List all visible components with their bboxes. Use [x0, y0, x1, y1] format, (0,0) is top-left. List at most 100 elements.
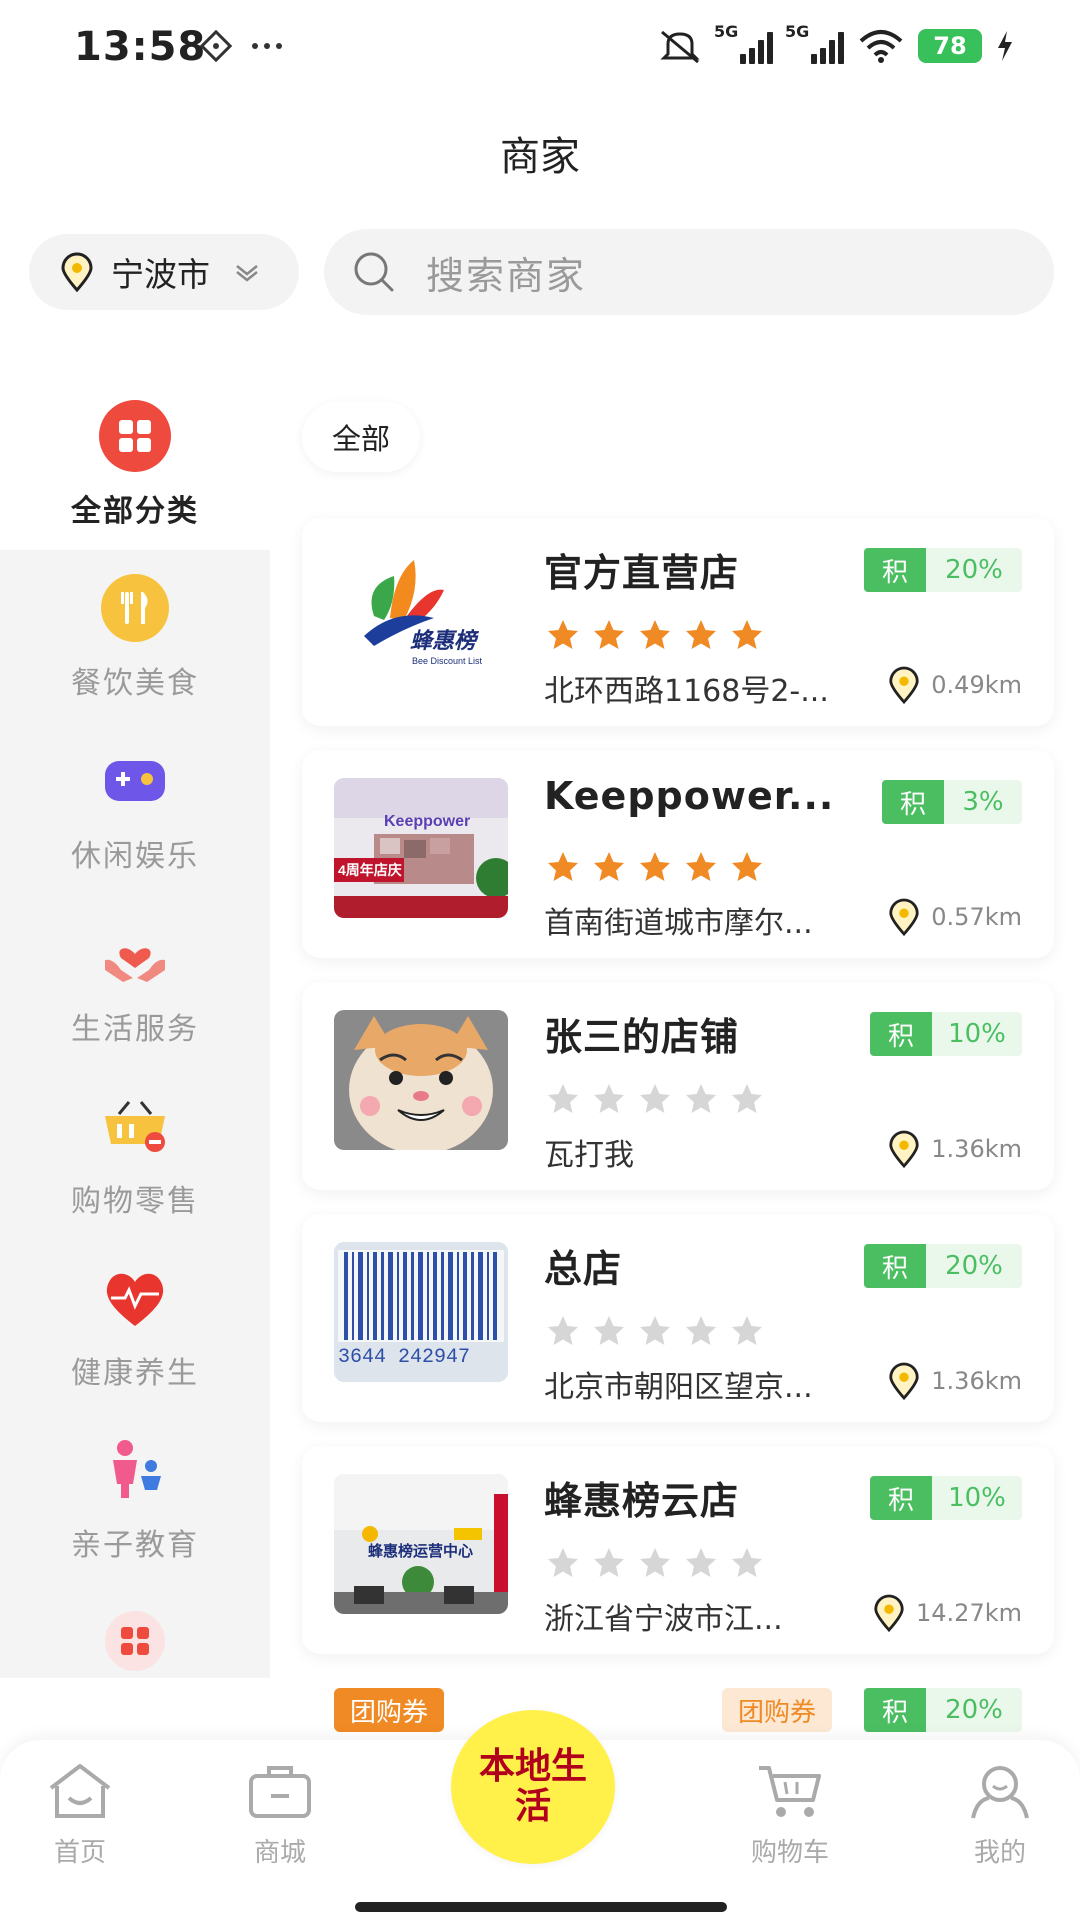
chevron-down-icon — [236, 265, 258, 282]
office-sign-text: 蜂惠榜运营中心 — [368, 1542, 473, 1560]
merchant-address: 北京市朝阳区望京... — [544, 1370, 813, 1405]
signal-label: 5G — [785, 22, 810, 41]
star-icon — [732, 1316, 762, 1345]
sidebar-item-label: 休闲娱乐 — [71, 839, 199, 874]
sidebar-item-health[interactable]: 健康养生 — [0, 1262, 270, 1392]
star-icon — [640, 1316, 670, 1345]
sidebar-item-more[interactable] — [0, 1605, 270, 1677]
distance-info: 0.57km — [887, 898, 1022, 936]
more-grid-icon — [99, 1605, 171, 1677]
star-icon — [640, 1548, 670, 1577]
star-icon — [686, 1084, 716, 1113]
merchant-address: 北环西路1168号2-... — [544, 674, 829, 709]
location-pin-icon — [889, 666, 919, 704]
merchant-card-partial[interactable]: 团购券 团购券 积 20% — [302, 1688, 1054, 1748]
merchant-name: 官方直营店 — [544, 551, 740, 595]
charging-bolt-icon — [998, 31, 1012, 61]
nav-cart[interactable]: 购物车 — [720, 1762, 860, 1869]
star-icon — [548, 620, 578, 649]
points-label: 积 — [864, 1244, 926, 1288]
sidebar-item-label: 亲子教育 — [71, 1528, 199, 1563]
search-placeholder: 搜索商家 — [426, 253, 587, 298]
app-screen: 13:58 5G 5G 78 商家 宁波市 搜索商家 全部分类 餐饮美食 休闲娱… — [0, 0, 1080, 1920]
city-selector[interactable]: 宁波市 — [29, 234, 299, 310]
status-right: 5G 5G 78 — [658, 22, 1014, 64]
search-input[interactable]: 搜索商家 — [324, 229, 1054, 315]
points-value: 10% — [932, 1476, 1022, 1520]
fork-knife-icon — [99, 572, 171, 644]
points-label: 积 — [870, 1012, 932, 1056]
distance-value: 14.27km — [916, 1599, 1022, 1627]
merchant-card[interactable]: 3644 242947 总店 积 20% 北京市朝阳区望京... 1.36km — [302, 1214, 1054, 1422]
nav-mine[interactable]: 我的 — [930, 1762, 1070, 1869]
points-badge: 积 20% — [864, 548, 1022, 592]
city-name: 宁波市 — [111, 255, 210, 294]
distance-info: 0.49km — [887, 666, 1022, 704]
points-value: 20% — [926, 1244, 1022, 1288]
sidebar-item-education[interactable]: 亲子教育 — [0, 1434, 270, 1564]
nav-cart-label: 购物车 — [750, 1838, 829, 1868]
signal-label: 5G — [714, 22, 739, 41]
star-icon — [594, 1084, 624, 1113]
points-label: 积 — [864, 1688, 926, 1732]
filter-tab-all[interactable]: 全部 — [302, 402, 420, 472]
sidebar-item-label: 全部分类 — [71, 494, 199, 529]
sidebar-item-food[interactable]: 餐饮美食 — [0, 572, 270, 702]
distance-info: 1.36km — [887, 1130, 1022, 1168]
star-icon — [686, 1316, 716, 1345]
mute-icon — [660, 30, 700, 64]
star-icon — [686, 620, 716, 649]
nav-local-life-label: 本地生活 — [478, 1746, 587, 1827]
distance-value: 0.49km — [931, 671, 1022, 699]
sidebar-item-entertainment[interactable]: 休闲娱乐 — [0, 745, 270, 875]
merchant-card[interactable]: 蜂惠榜 Bee Discount List 官方直营店 积 20% 北环西路11… — [302, 518, 1054, 726]
location-pin-icon — [889, 1130, 919, 1168]
brand-logo-subtext: Bee Discount List — [412, 656, 483, 666]
star-icon — [686, 1548, 716, 1577]
nav-mall[interactable]: 商城 — [210, 1762, 350, 1869]
star-icon — [640, 620, 670, 649]
status-left-icons — [200, 30, 284, 62]
user-icon — [971, 1766, 1029, 1819]
nav-local-life-button[interactable]: 本地生活 — [451, 1710, 615, 1864]
gamepad-icon — [99, 745, 171, 817]
star-icon — [686, 852, 716, 881]
group-buy-tag: 团购券 — [722, 1688, 833, 1732]
sidebar-item-shopping[interactable]: 购物零售 — [0, 1090, 270, 1220]
merchant-card[interactable]: 蜂惠榜运营中心 蜂惠榜云店 积 10% 浙江省宁波市江... 14.27km — [302, 1446, 1054, 1654]
star-icon — [732, 1084, 762, 1113]
rating-stars — [546, 1314, 764, 1348]
merchant-store-photo: Keeppower 4周年店庆 — [334, 778, 508, 918]
distance-info: 1.36km — [887, 1362, 1022, 1400]
signal-1-icon: 5G — [714, 22, 773, 64]
grid-icon — [99, 400, 171, 472]
sidebar-item-life-service[interactable]: 生活服务 — [0, 918, 270, 1048]
shopping-basket-icon — [99, 1090, 171, 1162]
points-badge: 积 10% — [870, 1476, 1022, 1520]
star-icon — [594, 620, 624, 649]
star-icon — [732, 852, 762, 881]
merchant-cat-photo — [334, 1010, 508, 1150]
nav-mall-label: 商城 — [253, 1838, 306, 1868]
points-badge: 积 20% — [864, 1688, 1022, 1732]
sidebar-item-all[interactable]: 全部分类 — [0, 400, 270, 530]
merchant-address: 瓦打我 — [544, 1138, 634, 1173]
location-pin-icon — [874, 1594, 904, 1632]
sidebar-item-label: 生活服务 — [71, 1012, 199, 1047]
merchant-card[interactable]: Keeppower 4周年店庆 Keeppower... 积 3% 首南街道城市… — [302, 750, 1054, 958]
nav-home[interactable]: 首页 — [10, 1762, 150, 1869]
merchant-card[interactable]: 张三的店铺 积 10% 瓦打我 1.36km — [302, 982, 1054, 1190]
star-icon — [640, 852, 670, 881]
merchant-name: 蜂惠榜云店 — [544, 1479, 740, 1523]
location-pin-icon — [889, 1362, 919, 1400]
anniversary-text: 4周年店庆 — [338, 862, 402, 878]
points-value: 3% — [944, 780, 1022, 824]
merchant-logo-thumb: 蜂惠榜 Bee Discount List — [334, 546, 508, 686]
app-notification-icon — [200, 30, 232, 62]
nav-mine-label: 我的 — [973, 1838, 1026, 1868]
signal-2-icon: 5G — [785, 22, 844, 64]
more-dots-icon — [252, 43, 282, 49]
star-icon — [594, 1548, 624, 1577]
location-pin-icon — [61, 252, 93, 292]
hands-heart-icon — [99, 918, 171, 990]
